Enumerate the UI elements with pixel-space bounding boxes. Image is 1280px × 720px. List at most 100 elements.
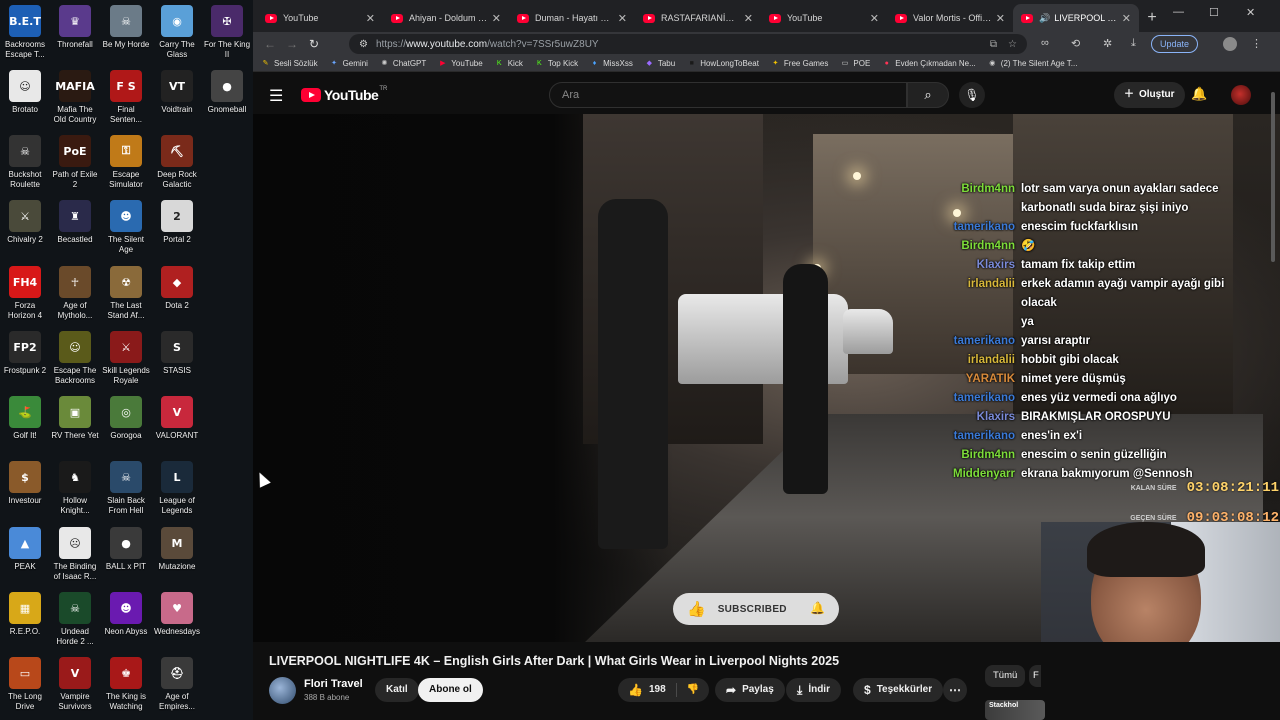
desktop-shortcut[interactable]: ● Gnomeball [202,70,252,115]
browser-tab[interactable]: Ahiyan - Doldum (Offici... ✕ [383,4,509,32]
desktop-shortcut[interactable]: ◉ Carry The Glass [152,5,202,60]
page-scrollbar[interactable] [1271,92,1275,262]
like-button[interactable]: 👍 198 [618,678,676,702]
back-icon[interactable]: ← [259,37,281,51]
desktop-shortcut[interactable]: ▣ RV There Yet [50,396,100,441]
desktop-shortcut[interactable]: V VALORANT [152,396,202,441]
site-info-icon[interactable]: ⚙ [359,39,368,50]
close-window-icon[interactable]: ✕ [1246,6,1255,19]
bookmark-item[interactable]: ■ HowLongToBeat [687,59,759,68]
voice-search-button[interactable]: 🎙 [959,82,985,108]
notifications-bell-icon[interactable]: 🔔 [1191,86,1207,102]
more-actions-button[interactable]: ⋯ [943,678,967,702]
download-icon[interactable]: ⤓ [1131,37,1136,50]
channel-avatar[interactable] [269,677,296,704]
desktop-shortcut[interactable]: ☹ The Binding of Isaac R... [50,527,100,582]
new-tab-button[interactable]: + [1139,4,1165,32]
desktop-shortcut[interactable]: ☢ The Last Stand Af... [101,266,151,321]
desktop-shortcut[interactable]: ☠ Undead Horde 2 ... [50,592,100,647]
sync-icon[interactable]: ⟲ [1071,37,1080,50]
desktop-shortcut[interactable]: ◆ Dota 2 [152,266,202,311]
subscribe-button[interactable]: Abone ol [418,678,483,702]
bookmark-item[interactable]: ● Evden Çıkmadan Ne... [882,59,976,68]
browser-menu-icon[interactable]: ⋮ [1251,37,1262,50]
desktop-shortcut[interactable]: F S Final Senten... [101,70,151,125]
desktop-shortcut[interactable]: ✠ For The King II [202,5,252,60]
desktop-shortcut[interactable]: VT Voidtrain [152,70,202,115]
desktop-shortcut[interactable]: ☻ Neon Abyss [101,592,151,637]
browser-tab[interactable]: Duman - Hayatı Yaşa - Y... ✕ [509,4,635,32]
join-button[interactable]: Katıl [375,678,419,702]
bookmark-item[interactable]: ✎ Sesli Sözlük [261,59,318,68]
reload-icon[interactable]: ↻ [303,37,325,51]
forward-icon[interactable]: → [281,37,303,51]
bookmark-item[interactable]: ✦ Gemini [330,59,368,68]
desktop-shortcut[interactable]: ⛳ Golf It! [0,396,50,441]
desktop-shortcut[interactable]: M Mutazione [152,527,202,572]
bookmark-item[interactable]: ◆ Tabu [645,59,676,68]
video-player[interactable]: Birdm4nn lotr sam varya onun ayakları sad… [253,114,1280,642]
related-chip-all[interactable]: Tümü [985,665,1026,687]
desktop-shortcut[interactable]: B.E.T Backrooms Escape T... [0,5,50,60]
desktop-shortcut[interactable]: L League of Legends [152,461,202,516]
bookmark-item[interactable]: ▭ POE [840,59,871,68]
browser-tab[interactable]: YouTube ✕ [257,4,383,32]
desktop-shortcut[interactable]: ♜ Becastled [50,200,100,245]
desktop-shortcut[interactable]: $ Investour [0,461,50,506]
bookmark-item[interactable]: ✦ Free Games [771,59,828,68]
desktop-shortcut[interactable]: ☺ Escape The Backrooms [50,331,100,386]
tab-close-icon[interactable]: ✕ [618,12,627,25]
bookmark-star-icon[interactable]: ☆ [1008,39,1017,50]
desktop-shortcut[interactable]: ⛑ Age of Empires... [152,657,202,712]
desktop-shortcut[interactable]: ♥ Wednesdays [152,592,202,637]
desktop-shortcut[interactable]: ♚ The King is Watching [101,657,151,712]
bookmark-item[interactable]: ▶ YouTube [438,59,483,68]
desktop-shortcut[interactable]: ♛ Thronefall [50,5,100,50]
desktop-shortcut[interactable]: FH4 Forza Horizon 4 [0,266,50,321]
minimize-icon[interactable]: — [1173,6,1184,18]
install-app-icon[interactable]: ⧉ [990,39,997,50]
hamburger-menu-icon[interactable]: ☰ [269,86,283,106]
desktop-shortcut[interactable]: MAFIA Mafia The Old Country [50,70,100,125]
related-video-thumbnail[interactable]: Stackhol [985,700,1045,720]
desktop-shortcut[interactable]: ☠ Be My Horde [101,5,151,50]
desktop-shortcut[interactable]: ▭ The Long Drive [0,657,50,712]
tab-close-icon[interactable]: ✕ [870,12,879,25]
tab-close-icon[interactable]: ✕ [366,12,375,25]
extensions-puzzle-icon[interactable]: ✲ [1103,37,1112,50]
desktop-shortcut[interactable]: ⚿ Escape Simulator [101,135,151,190]
maximize-icon[interactable]: ☐ [1209,6,1219,19]
update-button[interactable]: Update [1151,35,1199,53]
bookmark-item[interactable]: ♦ MissXss [590,59,633,68]
browser-tab[interactable]: 🔊 LIVERPOOL NIGHTLIFE... ✕ [1013,4,1139,32]
desktop-shortcut[interactable]: ⚔ Chivalry 2 [0,200,50,245]
speaker-icon[interactable]: 🔊 [1039,13,1050,24]
youtube-logo[interactable]: YouTube TR [301,86,387,103]
bookmark-item[interactable]: ✺ ChatGPT [380,59,426,68]
address-bar[interactable]: ⚙ https://www.youtube.com/watch?v=7SSr5u… [349,34,1027,54]
browser-tab[interactable]: Valor Mortis - Official T... ✕ [887,4,1013,32]
bookmark-item[interactable]: K Kick [495,59,523,68]
account-avatar[interactable] [1231,85,1251,105]
download-button[interactable]: ⤓ İndir [786,678,841,702]
related-chip[interactable]: F [1029,665,1041,687]
desktop-shortcut[interactable]: ☺ Brotato [0,70,50,115]
tab-close-icon[interactable]: ✕ [744,12,753,25]
desktop-shortcut[interactable]: ⚔ Skill Legends Royale [101,331,151,386]
channel-name[interactable]: Flori Travel [304,678,363,690]
desktop-shortcut[interactable]: FP2 Frostpunk 2 [0,331,50,376]
search-button[interactable]: ⌕ [907,82,949,108]
bookmark-item[interactable]: ◉ (2) The Silent Age T... [988,59,1077,68]
desktop-shortcut[interactable]: ♞ Hollow Knight... [50,461,100,516]
tab-close-icon[interactable]: ✕ [492,12,501,25]
extension-icon[interactable]: ∞ [1041,37,1049,49]
desktop-shortcut[interactable]: ☻ The Silent Age [101,200,151,255]
desktop-shortcut[interactable]: S STASIS [152,331,202,376]
desktop-shortcut[interactable]: ☠ Slain Back From Hell [101,461,151,516]
create-button[interactable]: ＋ Oluştur [1114,82,1185,108]
browser-tab[interactable]: RASTAFARIANİZM: Bilgi... ✕ [635,4,761,32]
search-input[interactable]: Ara [549,82,907,108]
desktop-shortcut[interactable]: ▦ R.E.P.O. [0,592,50,637]
desktop-shortcut[interactable]: 2 Portal 2 [152,200,202,245]
desktop-shortcut[interactable]: ▲ PEAK [0,527,50,572]
